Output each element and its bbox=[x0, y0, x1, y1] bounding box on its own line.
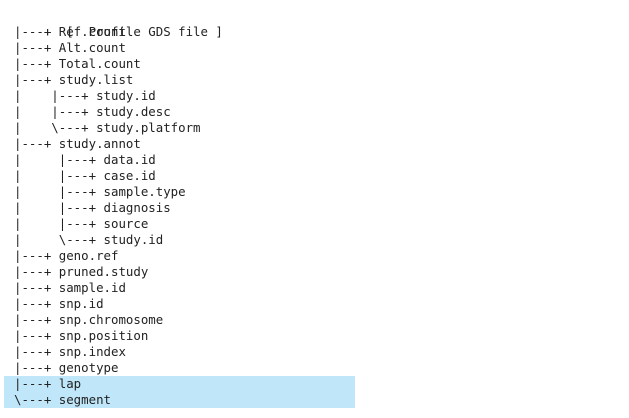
gds-file-tree: + [ Profile GDS file ] |---+ Ref.count |-… bbox=[4, 8, 355, 408]
tree-node-label: study.annot bbox=[58, 136, 141, 151]
tree-node-connector: | |---+ bbox=[14, 184, 104, 199]
tree-node[interactable]: |---+ snp.id bbox=[14, 296, 223, 312]
tree-node[interactable]: | |---+ sample.type bbox=[14, 184, 223, 200]
tree-node[interactable]: |---+ Alt.count bbox=[14, 40, 223, 56]
tree-nodes: |---+ Ref.count |---+ Alt.count |---+ Tota… bbox=[4, 24, 355, 408]
tree-node-label: study.id bbox=[96, 88, 156, 103]
tree-node-label: geno.ref bbox=[58, 248, 119, 263]
tree-node-connector: |---+ bbox=[14, 24, 59, 39]
tree-node-connector: |---+ bbox=[14, 360, 59, 375]
tree-node[interactable]: |---+ lap bbox=[4, 376, 355, 392]
tree-node-label: Ref.count bbox=[58, 24, 126, 39]
tree-node-connector: |---+ bbox=[14, 136, 59, 151]
tree-node-label: case.id bbox=[103, 168, 156, 183]
tree-node-label: sample.id bbox=[58, 280, 126, 295]
tree-node-label: study.id bbox=[103, 232, 164, 247]
tree-node-connector: | \---+ bbox=[14, 120, 97, 135]
tree-node[interactable]: | |---+ study.id bbox=[14, 88, 223, 104]
tree-node-label: Total.count bbox=[58, 56, 141, 71]
tree-node-label: study.desc bbox=[96, 104, 171, 119]
tree-node[interactable]: | |---+ diagnosis bbox=[14, 200, 223, 216]
tree-node-label: diagnosis bbox=[103, 200, 171, 215]
tree-node-connector: |---+ bbox=[14, 248, 59, 263]
tree-node[interactable]: |---+ geno.ref bbox=[14, 248, 223, 264]
tree-node-connector: | |---+ bbox=[14, 152, 104, 167]
tree-node[interactable]: \---+ segment bbox=[4, 392, 355, 408]
tree-node-connector: |---+ bbox=[14, 280, 59, 295]
tree-node-label: source bbox=[103, 216, 149, 231]
tree-node-connector: |---+ bbox=[14, 312, 59, 327]
tree-node-label: snp.position bbox=[58, 328, 149, 343]
tree-node-connector: | |---+ bbox=[14, 88, 97, 103]
tree-node[interactable]: |---+ study.annot bbox=[14, 136, 223, 152]
tree-node-label: snp.id bbox=[58, 296, 104, 311]
tree-node[interactable]: |---+ pruned.study bbox=[14, 264, 223, 280]
tree-node-label: study.platform bbox=[96, 120, 201, 135]
tree-node[interactable]: |---+ Total.count bbox=[14, 56, 223, 72]
tree-node[interactable]: |---+ study.list bbox=[14, 72, 223, 88]
tree-node[interactable]: | |---+ study.desc bbox=[14, 104, 223, 120]
tree-node-connector: |---+ bbox=[14, 328, 59, 343]
tree-node-label: sample.type bbox=[103, 184, 186, 199]
tree-node-label: Alt.count bbox=[58, 40, 126, 55]
tree-node[interactable]: |---+ sample.id bbox=[14, 280, 223, 296]
tree-node-connector: |---+ bbox=[14, 344, 59, 359]
tree-node[interactable]: |---+ snp.position bbox=[14, 328, 223, 344]
tree-node-label: lap bbox=[58, 376, 82, 391]
tree-node-connector: \---+ bbox=[14, 392, 59, 407]
tree-node-connector: |---+ bbox=[14, 40, 59, 55]
tree-node-connector: | |---+ bbox=[14, 200, 104, 215]
tree-node-connector: |---+ bbox=[14, 296, 59, 311]
tree-node-connector: | |---+ bbox=[14, 104, 97, 119]
tree-node[interactable]: | \---+ study.id bbox=[14, 232, 223, 248]
tree-node-connector: |---+ bbox=[14, 264, 59, 279]
tree-node[interactable]: |---+ snp.index bbox=[14, 344, 223, 360]
tree-node[interactable]: | |---+ data.id bbox=[14, 152, 223, 168]
tree-node-connector: |---+ bbox=[14, 56, 59, 71]
tree-node[interactable]: | \---+ study.platform bbox=[14, 120, 223, 136]
tree-node-label: data.id bbox=[103, 152, 156, 167]
tree-node-connector: | |---+ bbox=[14, 216, 104, 231]
tree-node[interactable]: |---+ snp.chromosome bbox=[14, 312, 223, 328]
tree-node-label: snp.index bbox=[58, 344, 126, 359]
tree-node-connector: | |---+ bbox=[14, 168, 104, 183]
tree-node-label: genotype bbox=[58, 360, 119, 375]
tree-root[interactable]: + [ Profile GDS file ] bbox=[14, 8, 223, 39]
tree-node[interactable]: |---+ genotype bbox=[14, 360, 223, 376]
tree-node-label: pruned.study bbox=[58, 264, 149, 279]
tree-node-label: study.list bbox=[58, 72, 134, 87]
tree-node-label: segment bbox=[58, 392, 111, 407]
tree-node-connector: | \---+ bbox=[14, 232, 104, 247]
tree-node-connector: |---+ bbox=[14, 72, 59, 87]
tree-node-label: snp.chromosome bbox=[58, 312, 164, 327]
tree-node[interactable]: | |---+ source bbox=[14, 216, 223, 232]
tree-node-connector: |---+ bbox=[14, 376, 59, 391]
tree-node[interactable]: | |---+ case.id bbox=[14, 168, 223, 184]
